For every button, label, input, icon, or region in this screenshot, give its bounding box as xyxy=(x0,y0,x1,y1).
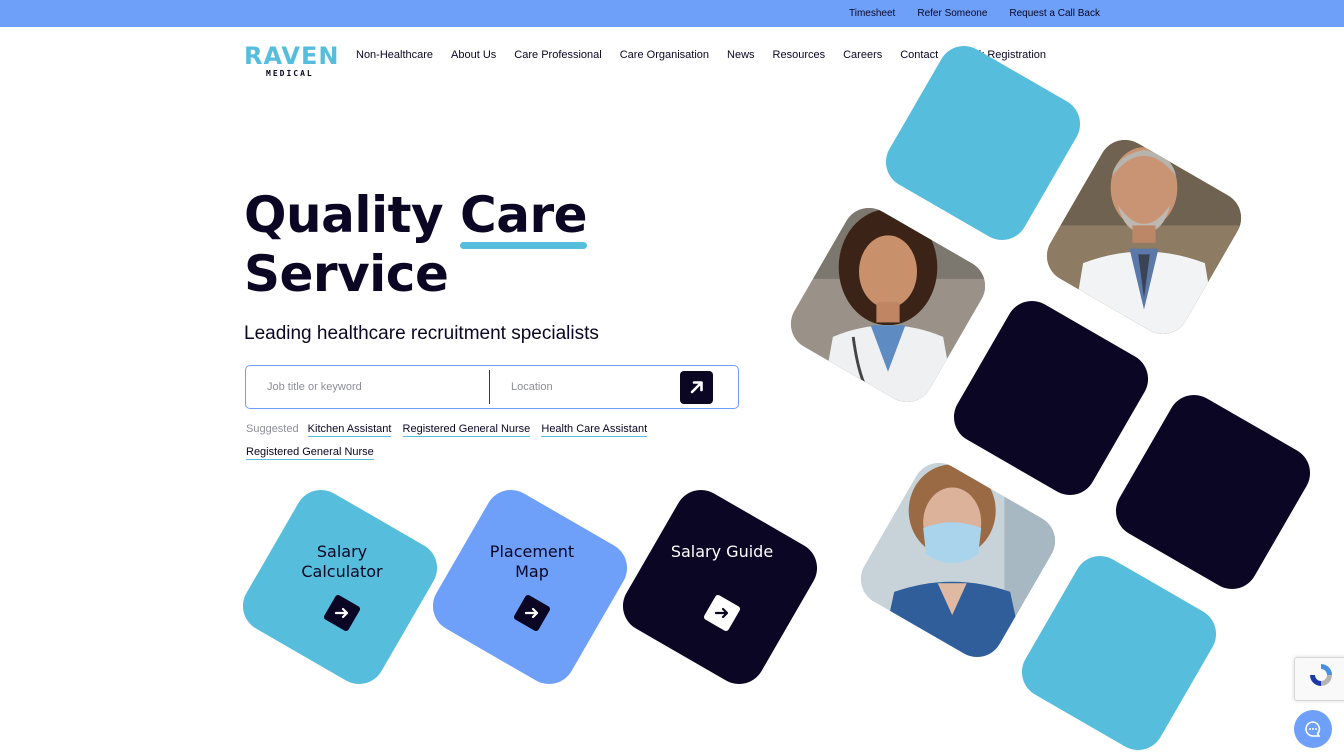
logo-wordmark: RAVEN xyxy=(244,42,340,70)
female-doctor-image xyxy=(781,198,995,412)
photo-female-doctor xyxy=(781,198,995,412)
suggestion-kitchen-assistant[interactable]: Kitchen Assistant xyxy=(307,423,392,437)
nav-contact[interactable]: Contact xyxy=(900,49,938,61)
nav-care-professional[interactable]: Care Professional xyxy=(514,49,601,61)
nav-care-organisation[interactable]: Care Organisation xyxy=(620,49,709,61)
decorative-tile-navy-middle xyxy=(944,291,1158,505)
decorative-tile-blue-top xyxy=(876,36,1090,250)
recaptcha-icon xyxy=(1310,664,1332,686)
hero-title-word-care: Care xyxy=(460,186,588,249)
salary-calculator-line2: Calculator xyxy=(301,562,383,581)
suggestion-registered-general-nurse-2[interactable]: Registered General Nurse xyxy=(246,446,374,460)
arrow-right-icon xyxy=(334,607,349,619)
male-doctor-image xyxy=(1037,130,1251,344)
placement-map-line1: Placement xyxy=(489,542,575,561)
suggestion-registered-general-nurse[interactable]: Registered General Nurse xyxy=(402,423,531,437)
nav-news[interactable]: News xyxy=(727,49,755,61)
nav-careers[interactable]: Careers xyxy=(843,49,882,61)
hero-title-word-quality: Quality xyxy=(244,186,444,244)
nav-resources[interactable]: Resources xyxy=(773,49,826,61)
masked-nurse-image xyxy=(851,453,1065,667)
hero-subtitle: Leading healthcare recruitment specialis… xyxy=(244,323,599,344)
suggested-searches: Suggested Kitchen Assistant Registered G… xyxy=(246,418,716,464)
salary-guide-card[interactable] xyxy=(613,480,827,694)
decorative-tile-navy-right xyxy=(1106,385,1320,599)
hero-title-line2: Service xyxy=(244,245,449,303)
arrow-right-icon xyxy=(524,607,539,619)
arrow-right-icon xyxy=(714,607,729,619)
salary-calculator-label: Salary Calculator xyxy=(262,542,422,582)
salary-guide-label: Salary Guide xyxy=(642,542,802,562)
timesheet-link[interactable]: Timesheet xyxy=(849,8,895,19)
hero-title: Quality Care Service xyxy=(244,186,588,304)
placement-map-card[interactable] xyxy=(423,480,637,694)
top-utility-bar: Timesheet Refer Someone Request a Call B… xyxy=(0,0,1344,27)
suggestion-health-care-assistant[interactable]: Health Care Assistant xyxy=(541,423,648,437)
raven-medical-logo[interactable]: RAVEN MEDICAL xyxy=(244,44,344,78)
page: Timesheet Refer Someone Request a Call B… xyxy=(0,0,1344,756)
nav-about-us[interactable]: About Us xyxy=(451,49,496,61)
chat-launcher-button[interactable] xyxy=(1294,710,1332,748)
refer-someone-link[interactable]: Refer Someone xyxy=(917,8,987,19)
salary-calculator-card[interactable] xyxy=(233,480,447,694)
salary-calculator-line1: Salary xyxy=(316,542,368,561)
utility-links: Timesheet Refer Someone Request a Call B… xyxy=(849,0,1100,27)
location-input[interactable] xyxy=(490,370,678,404)
search-submit-button[interactable] xyxy=(680,370,713,404)
placement-map-line2: Map xyxy=(515,562,549,581)
job-search-form xyxy=(245,365,739,409)
arrow-up-right-icon xyxy=(690,381,703,394)
decorative-tile-blue-bottom xyxy=(1012,546,1226,756)
request-call-back-link[interactable]: Request a Call Back xyxy=(1009,8,1100,19)
salary-guide-line1: Salary Guide xyxy=(670,542,774,561)
logo-subtitle: MEDICAL xyxy=(266,69,314,78)
suggested-label: Suggested xyxy=(246,423,299,435)
photo-masked-nurse xyxy=(851,453,1065,667)
placement-map-label: Placement Map xyxy=(452,542,612,582)
job-keyword-input[interactable] xyxy=(246,370,489,404)
chat-bubble-icon xyxy=(1305,721,1321,737)
photo-male-doctor xyxy=(1037,130,1251,344)
recaptcha-badge[interactable] xyxy=(1294,657,1344,701)
nav-non-healthcare[interactable]: Non-Healthcare xyxy=(356,49,433,61)
